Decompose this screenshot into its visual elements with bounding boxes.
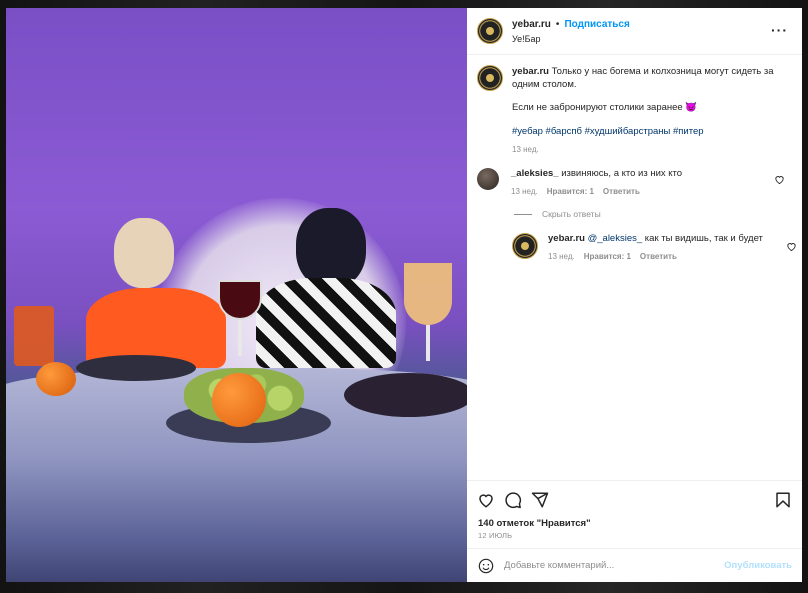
mention-link[interactable]: @_aleksies_ [588, 233, 643, 244]
person-right [256, 208, 396, 368]
avatar[interactable] [477, 168, 499, 190]
author-username[interactable]: yebar.ru [512, 19, 551, 30]
comment-time[interactable]: 13 нед. [511, 187, 538, 196]
caption: yebar.ru Только у нас богема и колхозниц… [477, 65, 792, 156]
comment-text: извиняюсь, а кто из них кто [561, 168, 683, 179]
bookmark-icon[interactable] [774, 491, 792, 509]
separator: • [555, 18, 560, 30]
hide-replies-label: Скрыть ответы [542, 209, 601, 219]
avatar[interactable] [477, 65, 503, 91]
comment-likes[interactable]: Нравится: 1 [547, 187, 594, 196]
person-left [86, 218, 226, 368]
post-date[interactable]: 12 ИЮЛЬ [478, 531, 512, 540]
likes-count[interactable]: 140 отметок "Нравится" [478, 518, 591, 529]
reply-button[interactable]: Ответить [640, 252, 677, 261]
comment: _aleksies_ извиняюсь, а кто из них кто 1… [477, 168, 797, 196]
avatar[interactable] [512, 233, 538, 259]
post-image[interactable] [6, 8, 467, 582]
caption-username[interactable]: yebar.ru [512, 66, 549, 77]
caption-text-2: Если не забронируют столики заранее 😈 [512, 102, 698, 113]
heart-icon[interactable] [786, 241, 797, 252]
reply-comment: yebar.ru @_aleksies_ как ты видишь, так … [512, 233, 797, 261]
drink-left [14, 306, 54, 366]
wine-glass [218, 280, 262, 360]
comment-icon[interactable] [504, 491, 522, 509]
comment-input[interactable]: Добавьте комментарий... [504, 560, 724, 571]
more-icon[interactable]: ··· [771, 23, 788, 37]
hide-replies-button[interactable]: Скрыть ответы [514, 209, 601, 219]
plate-left [76, 355, 196, 381]
heart-icon[interactable] [774, 174, 785, 185]
comment-username[interactable]: _aleksies_ [511, 168, 559, 179]
emoji-icon[interactable] [478, 558, 494, 574]
share-icon[interactable] [531, 491, 549, 509]
reply-username[interactable]: yebar.ru [548, 233, 585, 244]
orange-left [36, 362, 76, 396]
avatar[interactable] [477, 18, 503, 44]
orange [212, 373, 266, 427]
reply-text: как ты видишь, так и будет [644, 233, 763, 244]
caption-text: Только у нас богема и колхозница могут с… [512, 66, 774, 90]
post-details-panel: yebar.ru • Подписаться Уе!Бар ··· yebar.… [467, 8, 802, 582]
follow-button[interactable]: Подписаться [564, 19, 629, 30]
heart-icon[interactable] [477, 491, 495, 509]
caption-time[interactable]: 13 нед. [512, 143, 782, 156]
plate-right [344, 373, 467, 417]
reply-button[interactable]: Ответить [603, 187, 640, 196]
post-header: yebar.ru • Подписаться Уе!Бар ··· [467, 8, 802, 55]
hashtags[interactable]: #уебар #барспб #худшийбарстраны #питер [512, 125, 782, 138]
publish-button[interactable]: Опубликовать [724, 560, 792, 571]
reply-time[interactable]: 13 нед. [548, 252, 575, 261]
cocktail-glass [404, 263, 452, 363]
add-comment-bar: Добавьте комментарий... Опубликовать [467, 548, 802, 582]
location-link[interactable]: Уе!Бар [512, 34, 630, 44]
reply-likes[interactable]: Нравится: 1 [584, 252, 631, 261]
